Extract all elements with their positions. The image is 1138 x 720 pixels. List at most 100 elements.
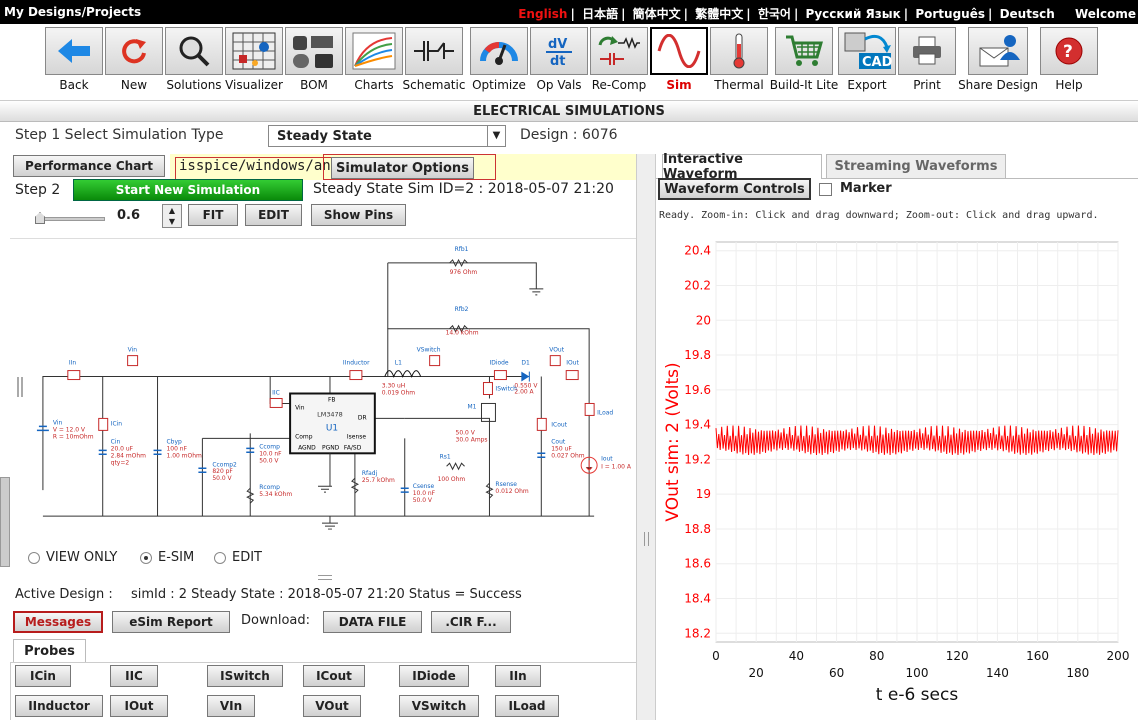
radio-esim[interactable] — [140, 551, 152, 564]
y-tick-label: 19 — [696, 487, 711, 501]
magnifier-icon — [179, 36, 210, 67]
probe-vin[interactable]: VIn — [207, 695, 255, 717]
zoom-slider[interactable] — [35, 217, 105, 221]
left-collapse-tab[interactable] — [0, 477, 10, 567]
lbl-rcomp: Rcomp — [259, 484, 280, 491]
probe-icout[interactable]: ICout — [303, 665, 365, 687]
printer-icon — [913, 36, 941, 65]
vertical-splitter-handle[interactable] — [318, 575, 332, 580]
fit-button[interactable]: FIT — [188, 204, 238, 226]
radio-edit[interactable] — [214, 551, 226, 564]
performance-chart-button[interactable]: Performance Chart — [13, 155, 165, 177]
lbl-icin: ICin — [111, 420, 123, 427]
x-tick-label: 140 — [986, 666, 1009, 680]
share-icon — [979, 35, 1020, 67]
diode-d1[interactable] — [521, 371, 530, 382]
section-title: ELECTRICAL SIMULATIONS — [0, 100, 1138, 122]
step2-label: Step 2 — [15, 182, 61, 198]
probe-vout[interactable]: VOut — [303, 695, 361, 717]
show-pins-button[interactable]: Show Pins — [311, 204, 406, 226]
radio-view-only[interactable] — [28, 551, 40, 564]
lang-german[interactable]: Deutsch — [998, 7, 1057, 21]
pin-comp: Comp — [295, 433, 313, 440]
data-file-button[interactable]: DATA FILE — [323, 611, 422, 633]
lang-portuguese[interactable]: Português — [913, 7, 987, 21]
pin-dr: DR — [358, 414, 367, 421]
lbl-iinductor: IInductor — [343, 360, 370, 367]
tab-streaming-waveforms[interactable]: Streaming Waveforms — [826, 154, 1006, 178]
edit-zoom-button[interactable]: EDIT — [245, 204, 302, 226]
schematic-canvas[interactable]: LM3478 U1 Vin FB DR Comp Isense AGND PGN… — [10, 238, 636, 548]
val-d1-i: 2.00 A — [514, 389, 534, 396]
panel-splitter[interactable] — [636, 154, 656, 720]
chevron-down-icon[interactable]: ▼ — [487, 126, 505, 146]
val-l1: 3.30 uH — [382, 383, 405, 390]
x-tick-label: 0 — [712, 649, 720, 663]
y-tick-label: 20.2 — [684, 278, 711, 292]
waveform-controls-button[interactable]: Waveform Controls — [658, 178, 811, 200]
lbl-cin: Cin — [111, 438, 121, 445]
probe-iswitch[interactable]: ISwitch — [207, 665, 283, 687]
thermal-button[interactable]: Thermal — [710, 27, 768, 92]
probe-icin[interactable]: ICin — [15, 665, 71, 687]
right-panel: Interactive Waveform Streaming Waveforms… — [656, 152, 1138, 720]
components-icon — [293, 36, 333, 68]
messages-button[interactable]: Messages — [13, 611, 103, 633]
build-it-lite-button[interactable]: Build-It Lite — [770, 27, 838, 92]
print-button[interactable]: Print — [898, 27, 956, 92]
lang-traditional-chinese[interactable]: 繁體中文 — [693, 7, 745, 21]
probe-iload[interactable]: ILoad — [495, 695, 559, 717]
schematic-button[interactable]: Schematic — [403, 27, 465, 92]
probe-iinductor[interactable]: IInductor — [15, 695, 103, 717]
splitter-grip[interactable] — [644, 532, 649, 546]
pin-fasd: FA/SD — [344, 444, 362, 451]
gauge-icon — [480, 42, 518, 65]
val-cbyp: 100 nF — [167, 445, 188, 452]
mode-esim[interactable]: E-SIM — [140, 550, 194, 565]
val-rs1: 100 Ohm — [438, 476, 466, 483]
simulator-options-button[interactable]: Simulator Options — [331, 157, 474, 179]
help-label: Help — [1055, 78, 1083, 92]
lbl-iic: IIC — [272, 389, 280, 396]
probe-iic[interactable]: IIC — [110, 665, 158, 687]
tab-probes[interactable]: Probes — [13, 639, 86, 663]
lang-english[interactable]: English — [516, 7, 569, 21]
marker-checkbox[interactable] — [819, 183, 832, 196]
probe-iin[interactable]: IIn — [495, 665, 541, 687]
lang-japanese[interactable]: 日本語 — [580, 7, 620, 21]
val-m1-v: 50.0 V — [456, 429, 476, 436]
cir-file-button[interactable]: .CIR F... — [431, 611, 511, 633]
val-csense-v: 50.0 V — [413, 497, 433, 504]
lang-korean[interactable]: 한국어 — [756, 7, 793, 21]
mode-edit-label: EDIT — [232, 550, 262, 565]
x-tick-label: 160 — [1026, 649, 1049, 663]
esim-report-button[interactable]: eSim Report — [112, 611, 230, 633]
sim-type-select[interactable]: Steady State ▼ — [268, 125, 506, 147]
zoom-stepper[interactable]: ▲ ▼ — [162, 204, 182, 228]
chart-icon — [352, 32, 396, 70]
y-tick-label: 20 — [696, 313, 711, 327]
probe-idiode[interactable]: IDiode — [399, 665, 469, 687]
sim-id-text: Steady State Sim ID=2 : 2018-05-07 21:20 — [313, 181, 614, 197]
share-design-button[interactable]: Share Design — [958, 27, 1038, 92]
pin-vin: Vin — [295, 404, 305, 411]
val-vin-r: R = 10mOhm — [53, 433, 94, 440]
waveform-chart[interactable]: 20.4 20.2 20 19.8 19.6 19.4 19.2 19 18.8 18.6 18.4… — [656, 232, 1138, 720]
lbl-iout: IOut — [566, 360, 579, 367]
x-axis-label: t e-6 secs — [876, 685, 959, 705]
cart-icon — [786, 35, 823, 66]
mode-view-only[interactable]: VIEW ONLY — [28, 550, 117, 565]
probe-iout[interactable]: IOut — [110, 695, 168, 717]
lang-simplified-chinese[interactable]: 簡体中文 — [631, 7, 683, 21]
mode-edit[interactable]: EDIT — [214, 550, 262, 565]
val-ccomp2-v: 50.0 V — [212, 475, 232, 482]
val-cin-esr: 2.84 mOhm — [111, 452, 146, 459]
probe-vswitch[interactable]: VSwitch — [399, 695, 479, 717]
zoom-slider-handle[interactable] — [35, 212, 45, 224]
lang-russian[interactable]: Русский Язык — [804, 7, 903, 21]
tab-interactive-waveform[interactable]: Interactive Waveform — [662, 152, 822, 182]
chip-ref: U1 — [326, 423, 338, 433]
my-designs-link[interactable]: My Designs/Projects — [4, 5, 141, 19]
help-button[interactable]: ? Help — [1040, 27, 1098, 92]
start-new-simulation-button[interactable]: Start New Simulation — [73, 179, 303, 201]
